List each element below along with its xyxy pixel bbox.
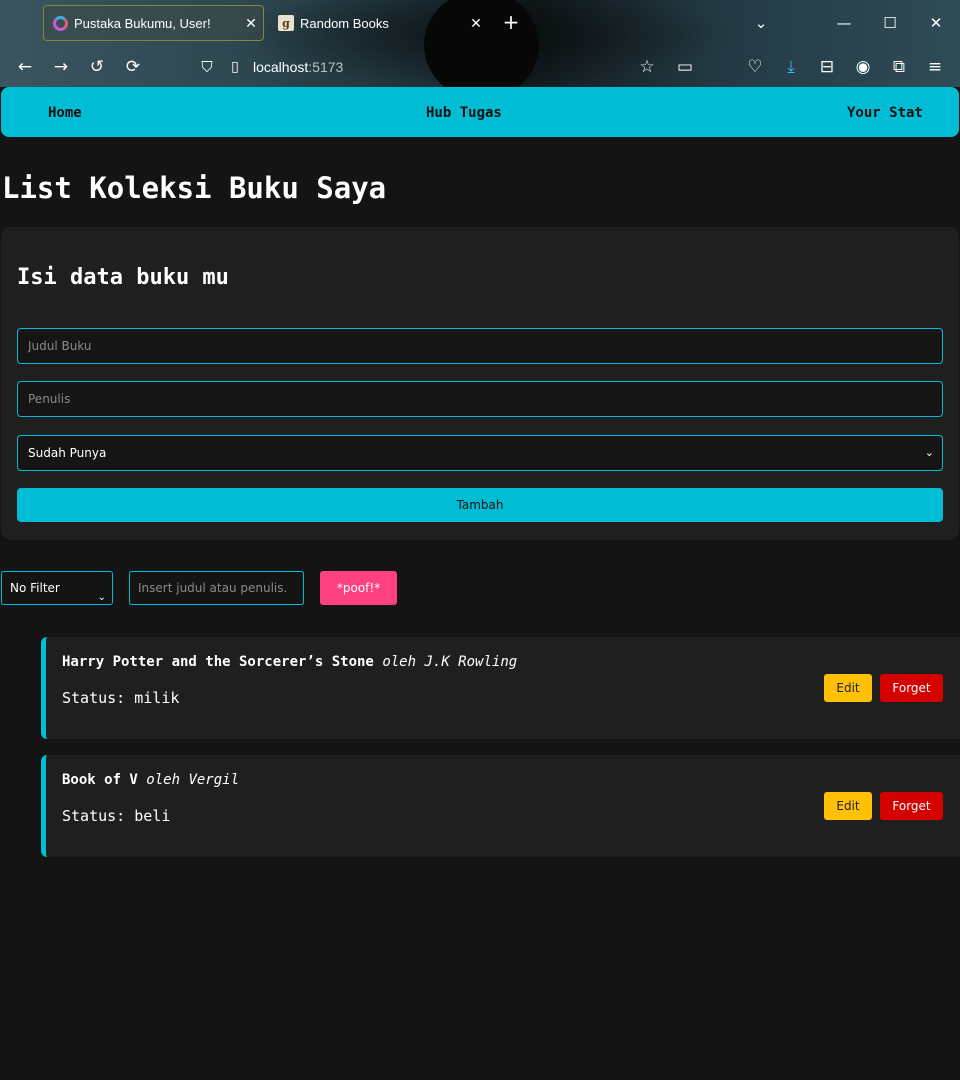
book-heading: Book of V oleh Vergil [62,772,239,788]
chevron-down-icon: ⌄ [924,446,934,459]
goodreads-g-icon: g [278,15,294,31]
page-icon: ▯ [231,59,239,75]
page: Home Hub Tugas Your Stat List Koleksi Bu… [0,87,960,1080]
back-arrow-icon[interactable]: ← [13,55,37,79]
book-title: Book of V [62,772,138,788]
book-heading: Harry Potter and the Sorcerer’s Stone ol… [62,654,517,670]
history-icon[interactable]: ↺ [85,55,109,79]
add-book-button[interactable]: Tambah [17,488,943,522]
nav-hub-tugas-link[interactable]: Hub Tugas [426,105,502,121]
author-input[interactable] [17,381,943,417]
status-select-value: Sudah Punya [28,446,107,460]
add-book-form: Isi data buku mu Sudah Punya ⌄ Tambah [1,227,959,540]
extensions-icon[interactable]: ⧉ [887,55,911,79]
ring-logo-icon [52,15,68,31]
navbar: Home Hub Tugas Your Stat [1,87,959,137]
edit-button[interactable]: Edit [824,792,872,820]
sidebar-icon[interactable]: ▭ [673,55,697,79]
tab-random-books[interactable]: g Random Books ✕ [272,5,488,41]
new-tab-button[interactable]: + [500,11,522,35]
account-avatar-icon[interactable]: ◉ [851,55,875,79]
book-author: oleh Vergil [146,772,240,788]
book-card: Book of V oleh Vergil Status: beli Edit … [41,755,960,857]
tab-pustaka-bukumu[interactable]: Pustaka Bukumu, User! ✕ [43,5,264,41]
tab-list-chevron-icon[interactable]: ⌄ [739,8,783,38]
minimize-button[interactable]: — [822,8,866,38]
bookmark-star-icon[interactable]: ☆ [635,55,659,79]
book-status: Status: milik [62,689,180,707]
book-author: oleh J.K Rowling [382,654,518,670]
download-icon[interactable]: ⤓ [779,55,803,79]
container-icon[interactable]: ⊟ [815,55,839,79]
poof-button[interactable]: *poof!* [320,571,397,605]
search-input[interactable] [129,571,304,605]
book-status: Status: beli [62,807,171,825]
shield-icon[interactable]: ⛉ [197,58,217,76]
url-text[interactable]: localhost:5173 [253,59,343,75]
url-port: :5173 [308,59,344,75]
chevron-down-icon: ⌄ [97,592,106,603]
book-title: Harry Potter and the Sorcerer’s Stone [62,654,374,670]
browser-chrome: Pustaka Bukumu, User! ✕ g Random Books ✕… [0,0,960,100]
url-host: localhost [253,59,309,75]
close-tab-icon[interactable]: ✕ [239,15,263,32]
form-heading: Isi data buku mu [17,265,229,290]
menu-icon[interactable]: ≡ [923,55,947,79]
edit-button[interactable]: Edit [824,674,872,702]
status-select[interactable]: Sudah Punya ⌄ [17,435,943,471]
pocket-icon[interactable]: ♡ [743,55,767,79]
forward-arrow-icon[interactable]: → [49,55,73,79]
page-title: List Koleksi Buku Saya [2,171,387,205]
forget-button[interactable]: Forget [880,792,943,820]
reload-icon[interactable]: ⟳ [121,55,145,79]
close-tab-icon[interactable]: ✕ [464,15,488,32]
nav-home-link[interactable]: Home [48,105,82,121]
tab-title: Random Books [300,15,389,31]
close-window-button[interactable]: ✕ [914,8,958,38]
book-card: Harry Potter and the Sorcerer’s Stone ol… [41,637,960,739]
nav-your-stat-link[interactable]: Your Stat [847,105,923,121]
tab-title: Pustaka Bukumu, User! [74,15,211,31]
filter-select-value: No Filter [10,581,60,595]
filter-select[interactable]: No Filter ⌄ [1,571,113,605]
title-input[interactable] [17,328,943,364]
maximize-button[interactable]: ☐ [868,8,912,38]
forget-button[interactable]: Forget [880,674,943,702]
